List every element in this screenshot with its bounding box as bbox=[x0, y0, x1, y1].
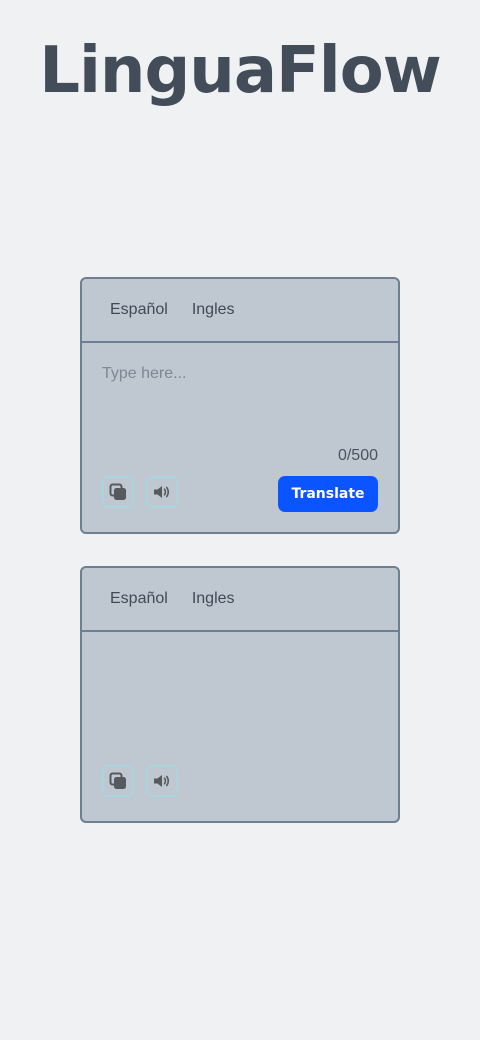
copy-icon bbox=[109, 483, 126, 500]
target-speak-button[interactable] bbox=[146, 765, 178, 797]
target-language-bar: Español Ingles bbox=[82, 568, 398, 632]
source-panel: Español Ingles 0/500 Translate bbox=[80, 277, 400, 534]
copy-icon bbox=[109, 772, 126, 789]
source-text-input[interactable] bbox=[102, 365, 378, 435]
target-copy-button[interactable] bbox=[102, 765, 134, 797]
target-panel: Español Ingles bbox=[80, 566, 400, 823]
source-copy-button[interactable] bbox=[102, 476, 134, 508]
char-counter: 0/500 bbox=[337, 447, 378, 464]
translate-button[interactable]: Translate bbox=[278, 476, 378, 512]
source-lang-tab-ingles[interactable]: Ingles bbox=[192, 301, 235, 319]
target-lang-tab-espanol[interactable]: Español bbox=[110, 590, 168, 608]
source-language-bar: Español Ingles bbox=[82, 279, 398, 343]
speaker-icon bbox=[154, 486, 170, 498]
app-title: LinguaFlow bbox=[39, 34, 442, 108]
speaker-icon bbox=[154, 775, 170, 787]
source-lang-tab-espanol[interactable]: Español bbox=[110, 301, 168, 319]
source-speak-button[interactable] bbox=[146, 476, 178, 508]
translation-output bbox=[102, 654, 378, 764]
target-lang-tab-ingles[interactable]: Ingles bbox=[192, 590, 235, 608]
